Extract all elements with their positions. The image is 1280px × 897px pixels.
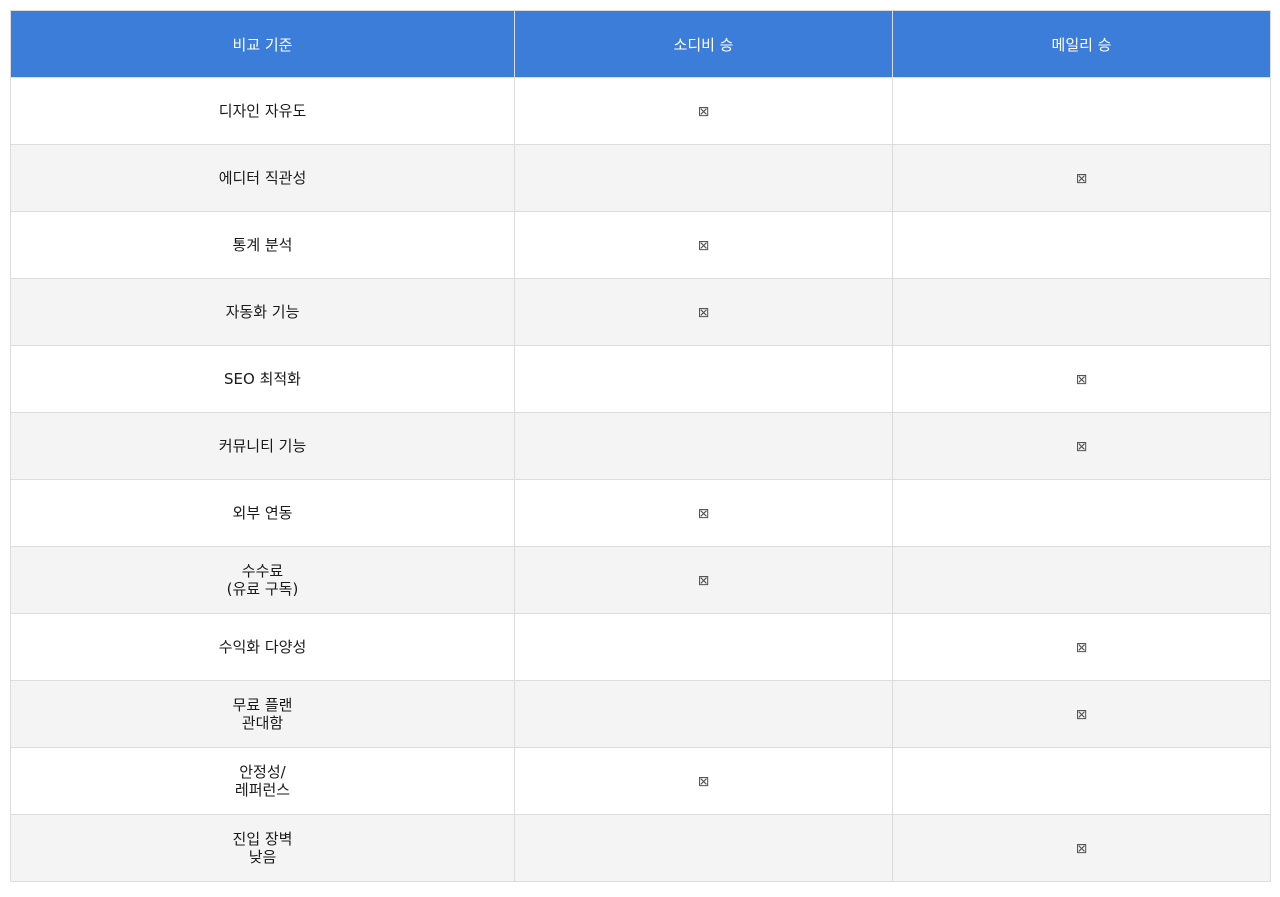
col-a-cell: ⊠ — [514, 77, 893, 145]
row-label: 통계 분석 — [232, 236, 293, 254]
check-mark-icon: ⊠ — [1075, 639, 1088, 656]
row-label-cell: 무료 플랜 관대함 — [10, 680, 515, 748]
row-label-cell: 디자인 자유도 — [10, 77, 515, 145]
col-a-cell — [514, 412, 893, 480]
col-b-cell — [892, 211, 1271, 279]
row-label: 수익화 다양성 — [218, 638, 307, 656]
check-mark-icon: ⊠ — [1075, 706, 1088, 723]
col-a-cell — [514, 680, 893, 748]
col-a-cell: ⊠ — [514, 278, 893, 346]
header-criteria: 비교 기준 — [10, 10, 515, 78]
row-label: 디자인 자유도 — [218, 102, 307, 120]
row-label-cell: 안정성/ 레퍼런스 — [10, 747, 515, 815]
row-label-cell: 외부 연동 — [10, 479, 515, 547]
row-label: 에디터 직관성 — [218, 169, 307, 187]
table-row: 커뮤니티 기능 ⊠ — [10, 412, 1271, 480]
col-a-cell — [514, 144, 893, 212]
col-b-cell — [892, 479, 1271, 547]
col-a-cell — [514, 613, 893, 681]
col-b-cell — [892, 747, 1271, 815]
table-row: 무료 플랜 관대함 ⊠ — [10, 680, 1271, 748]
col-a-cell: ⊠ — [514, 546, 893, 614]
row-label: 안정성/ 레퍼런스 — [234, 763, 291, 799]
table-row: SEO 최적화 ⊠ — [10, 345, 1271, 413]
col-b-cell: ⊠ — [892, 680, 1271, 748]
row-label: 진입 장벽 낮음 — [232, 830, 293, 866]
table-row: 외부 연동 ⊠ — [10, 479, 1271, 547]
row-label-cell: 에디터 직관성 — [10, 144, 515, 212]
table-row: 디자인 자유도 ⊠ — [10, 77, 1271, 145]
col-b-cell: ⊠ — [892, 814, 1271, 882]
row-label-cell: 커뮤니티 기능 — [10, 412, 515, 480]
comparison-table-container: 비교 기준 소디비 승 메일리 승 디자인 자유도 ⊠ 에디터 직관성 ⊠ 통계… — [10, 10, 1271, 882]
row-label: 외부 연동 — [232, 504, 293, 522]
col-a-cell: ⊠ — [514, 211, 893, 279]
col-b-cell: ⊠ — [892, 412, 1271, 480]
check-mark-icon: ⊠ — [697, 237, 710, 254]
col-a-cell: ⊠ — [514, 747, 893, 815]
col-b-cell — [892, 546, 1271, 614]
header-col-b: 메일리 승 — [892, 10, 1271, 78]
col-b-cell — [892, 77, 1271, 145]
row-label: 수수료 (유료 구독) — [226, 562, 299, 598]
col-b-cell: ⊠ — [892, 345, 1271, 413]
row-label: SEO 최적화 — [224, 370, 301, 388]
check-mark-icon: ⊠ — [1075, 371, 1088, 388]
table-row: 안정성/ 레퍼런스 ⊠ — [10, 747, 1271, 815]
check-mark-icon: ⊠ — [697, 505, 710, 522]
row-label-cell: 자동화 기능 — [10, 278, 515, 346]
check-mark-icon: ⊠ — [697, 304, 710, 321]
row-label-cell: 통계 분석 — [10, 211, 515, 279]
comparison-table: 비교 기준 소디비 승 메일리 승 디자인 자유도 ⊠ 에디터 직관성 ⊠ 통계… — [10, 10, 1271, 882]
table-row: 수익화 다양성 ⊠ — [10, 613, 1271, 681]
table-row: 에디터 직관성 ⊠ — [10, 144, 1271, 212]
check-mark-icon: ⊠ — [1075, 840, 1088, 857]
row-label-cell: 진입 장벽 낮음 — [10, 814, 515, 882]
check-mark-icon: ⊠ — [697, 572, 710, 589]
row-label-cell: SEO 최적화 — [10, 345, 515, 413]
row-label: 자동화 기능 — [225, 303, 300, 321]
table-row: 자동화 기능 ⊠ — [10, 278, 1271, 346]
table-header-row: 비교 기준 소디비 승 메일리 승 — [10, 10, 1271, 78]
row-label: 무료 플랜 관대함 — [232, 696, 293, 732]
check-mark-icon: ⊠ — [1075, 438, 1088, 455]
row-label: 커뮤니티 기능 — [218, 437, 307, 455]
check-mark-icon: ⊠ — [697, 773, 710, 790]
table-row: 수수료 (유료 구독) ⊠ — [10, 546, 1271, 614]
row-label-cell: 수익화 다양성 — [10, 613, 515, 681]
table-row: 진입 장벽 낮음 ⊠ — [10, 814, 1271, 882]
col-a-cell — [514, 814, 893, 882]
check-mark-icon: ⊠ — [697, 103, 710, 120]
col-b-cell: ⊠ — [892, 613, 1271, 681]
row-label-cell: 수수료 (유료 구독) — [10, 546, 515, 614]
col-a-cell: ⊠ — [514, 479, 893, 547]
col-b-cell — [892, 278, 1271, 346]
col-a-cell — [514, 345, 893, 413]
col-b-cell: ⊠ — [892, 144, 1271, 212]
table-row: 통계 분석 ⊠ — [10, 211, 1271, 279]
header-col-a: 소디비 승 — [514, 10, 893, 78]
check-mark-icon: ⊠ — [1075, 170, 1088, 187]
